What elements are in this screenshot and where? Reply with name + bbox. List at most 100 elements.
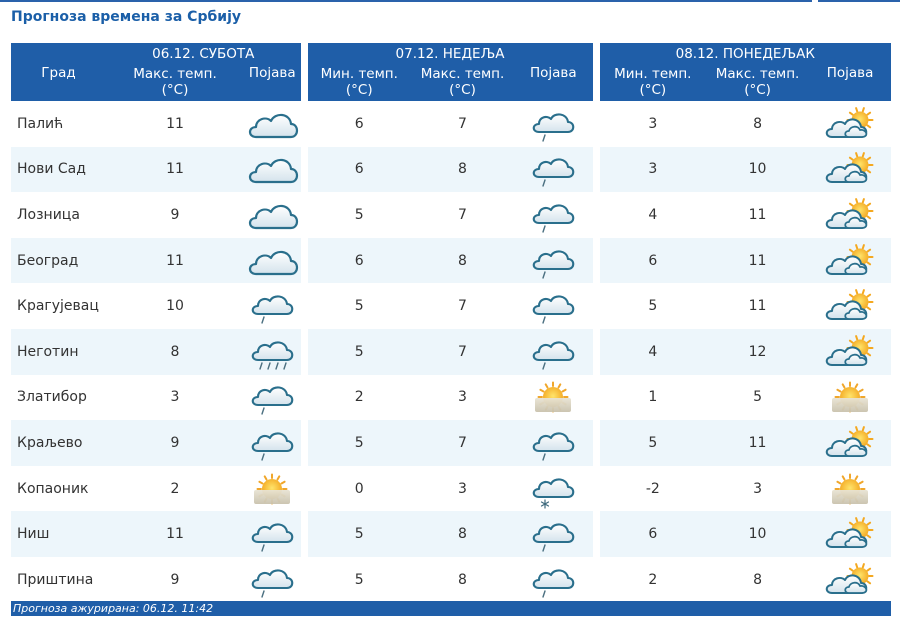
sun-cloud-icon (825, 334, 874, 366)
city-name: Крагујевац (11, 283, 106, 329)
d1-max-temp: 9 (106, 420, 244, 466)
d1-weather (244, 374, 305, 421)
d1-max-temp: 9 (106, 192, 244, 238)
d2-weather (514, 420, 597, 466)
d2-max-temp: 7 (411, 101, 515, 147)
city-name: Приштина (11, 556, 106, 603)
city-name: Копаоник (11, 465, 106, 512)
d3-min-temp: 4 (592, 328, 707, 375)
d2-max-temp: 7 (411, 283, 515, 329)
d1-weather (244, 465, 305, 512)
city-name: Ниш (11, 511, 106, 557)
sun-fog-icon (535, 381, 572, 413)
d1-max-temp: 3 (106, 374, 244, 421)
d2-min-temp: 5 (300, 511, 412, 557)
forecast-rows: Палић 11 6 7 3 8 Нови Сад 11 6 8 3 10 Лозница 9 5 7 4 11 Б… (11, 101, 892, 603)
d3-max-temp: 11 (706, 420, 810, 466)
header-d3-icon: Појава (809, 63, 892, 101)
forecast-table: Град 06.12. СУБОТА 07.12. НЕДЕЉА 08.12. … (11, 43, 892, 603)
cloud-rain-icon (251, 523, 294, 552)
d2-weather (514, 465, 597, 512)
cloud-rain-icon (251, 432, 294, 461)
d3-weather (809, 328, 892, 375)
d1-weather (244, 237, 305, 284)
d2-weather (514, 374, 597, 421)
header-day-1: 06.12. СУБОТА (106, 43, 305, 63)
sun-fog-icon (832, 473, 869, 505)
city-name: Палић (11, 101, 106, 147)
table-row: Краљево 9 5 7 5 11 (11, 420, 892, 466)
table-row: Крагујевац 10 5 7 5 11 (11, 283, 892, 329)
header-d2-max: Макс. темп. (°C) (411, 63, 515, 101)
sun-cloud-icon (825, 243, 874, 275)
d1-max-temp: 11 (106, 237, 244, 284)
d2-weather (514, 146, 597, 193)
d2-weather (514, 328, 597, 375)
d2-max-temp: 7 (411, 420, 515, 466)
d1-max-temp: 2 (106, 465, 244, 512)
d3-min-temp: 5 (592, 283, 707, 329)
d3-weather (809, 283, 892, 329)
cloud-rain-icon (251, 386, 294, 416)
header-city: Град (11, 43, 106, 101)
d2-min-temp: 6 (300, 146, 412, 193)
d3-weather (809, 511, 892, 557)
d1-max-temp: 11 (106, 146, 244, 193)
d2-max-temp: 8 (411, 511, 515, 557)
d3-min-temp: 4 (592, 192, 707, 238)
city-name: Београд (11, 237, 106, 284)
cloud-rain-icon (533, 204, 575, 233)
d1-weather (244, 146, 305, 193)
cloud-icon (249, 159, 299, 184)
d3-min-temp: 3 (592, 146, 707, 193)
d2-max-temp: 8 (411, 237, 515, 284)
d3-min-temp: 2 (592, 556, 707, 603)
d3-weather (809, 192, 892, 238)
d3-min-temp: 3 (592, 101, 707, 147)
d2-max-temp: 7 (411, 328, 515, 375)
cloud-rain-icon (251, 569, 294, 598)
d1-max-temp: 11 (106, 101, 244, 147)
header-day-3: 08.12. ПОНЕДЕЉАК (592, 43, 892, 63)
d2-min-temp: 5 (300, 420, 412, 466)
d2-max-temp: 3 (411, 374, 515, 421)
cloud-icon (249, 204, 299, 230)
header-d2-icon: Појава (514, 63, 597, 101)
city-name: Нови Сад (11, 146, 106, 193)
table-row: Београд 11 6 8 6 11 (11, 237, 892, 284)
d2-weather (514, 511, 597, 557)
table-row: Неготин 8 5 7 4 12 (11, 328, 892, 375)
d2-min-temp: 5 (300, 556, 412, 603)
d3-min-temp: 5 (592, 420, 707, 466)
cloud-snow-icon (533, 477, 575, 509)
d2-max-temp: 8 (411, 556, 515, 603)
footer-updated: Прогноза ажурирана: 06.12. 11:42 (11, 601, 891, 616)
d1-weather (244, 283, 305, 329)
d1-max-temp: 11 (106, 511, 244, 557)
city-name: Краљево (11, 420, 106, 466)
d2-min-temp: 5 (300, 328, 412, 375)
d2-min-temp: 2 (300, 374, 412, 421)
table-row: Ниш 11 5 8 6 10 (11, 511, 892, 557)
d2-min-temp: 6 (300, 237, 412, 284)
d3-max-temp: 3 (706, 465, 810, 512)
table-row: Златибор 3 2 3 1 5 (11, 374, 892, 421)
cloud-icon (249, 113, 299, 138)
table-row: Копаоник 2 0 3 -2 3 (11, 465, 892, 512)
d3-min-temp: 6 (592, 511, 707, 557)
d1-max-temp: 10 (106, 283, 244, 329)
table-row: Лозница 9 5 7 4 11 (11, 192, 892, 238)
d1-weather (244, 556, 305, 603)
d3-min-temp: -2 (592, 465, 707, 512)
cloud-rain-icon (533, 569, 575, 598)
d3-max-temp: 5 (706, 374, 810, 421)
d1-weather (244, 192, 305, 238)
cloud-rain-icon (251, 295, 294, 324)
d1-weather (244, 328, 305, 375)
d3-weather (809, 420, 892, 466)
d2-max-temp: 7 (411, 192, 515, 238)
d1-max-temp: 9 (106, 556, 244, 603)
d3-weather (809, 556, 892, 603)
d3-max-temp: 10 (706, 511, 810, 557)
d2-min-temp: 0 (300, 465, 412, 512)
